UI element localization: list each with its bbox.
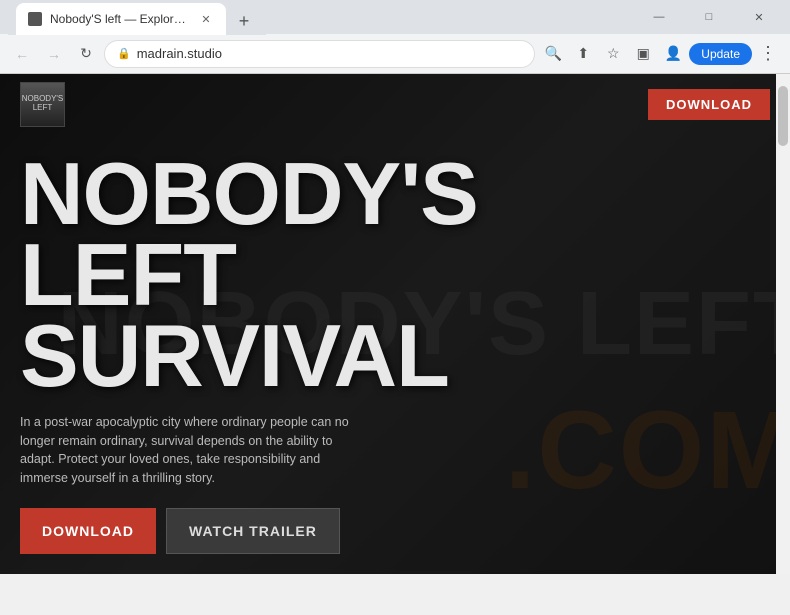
window-maximize-btn[interactable]: □ — [686, 3, 732, 31]
title-line2: LEFT — [20, 235, 440, 316]
bookmark-icon-btn[interactable]: ☆ — [599, 40, 627, 68]
forward-button[interactable]: → — [40, 40, 68, 68]
window-minimize-btn[interactable]: — — [636, 3, 682, 31]
reload-button[interactable]: ↻ — [72, 40, 100, 68]
nav-download-button[interactable]: DOWNLOAD — [648, 89, 770, 120]
update-button[interactable]: Update — [689, 43, 752, 65]
tab-favicon — [28, 12, 42, 26]
share-icon-btn[interactable]: ⬆ — [569, 40, 597, 68]
menu-button[interactable]: ⋮ — [754, 40, 782, 68]
main-content: NOBODY'S LEFT SURVIVAL In a post-war apo… — [20, 134, 770, 574]
title-line3: SURVIVAL — [20, 316, 440, 397]
game-description: In a post-war apocalyptic city where ord… — [20, 413, 360, 488]
site-nav: NOBODY'SLEFT DOWNLOAD — [0, 74, 790, 134]
website-content: NOBODY'S LEFT .COM NOBODY'SLEFT DOWNLOAD… — [0, 74, 790, 574]
tab-close-btn[interactable]: ✕ — [198, 11, 214, 27]
logo-text: NOBODY'SLEFT — [20, 93, 65, 115]
search-icon-btn[interactable]: 🔍 — [539, 40, 567, 68]
watch-trailer-button[interactable]: WATCH TRAILER — [166, 508, 340, 554]
scrollbar[interactable] — [776, 74, 790, 574]
browser-toolbar: ← → ↻ 🔒 madrain.studio 🔍 ⬆ ☆ ▣ 👤 Update … — [0, 34, 790, 74]
new-tab-button[interactable]: + — [230, 7, 258, 35]
site-logo: NOBODY'SLEFT — [20, 82, 65, 127]
profile-icon-btn[interactable]: 👤 — [659, 40, 687, 68]
download-button[interactable]: DOWNLOAD — [20, 508, 156, 554]
game-title: NOBODY'S LEFT SURVIVAL — [20, 154, 440, 397]
url-text: madrain.studio — [137, 46, 222, 61]
tab-title: Nobody'S left — Explore, Build ... — [50, 12, 190, 26]
address-bar[interactable]: 🔒 madrain.studio — [104, 40, 535, 68]
active-tab[interactable]: Nobody'S left — Explore, Build ... ✕ — [16, 3, 226, 35]
window-close-btn[interactable]: ✕ — [736, 3, 782, 31]
cta-buttons: DOWNLOAD WATCH TRAILER — [20, 508, 770, 554]
logo-inner: NOBODY'SLEFT — [21, 83, 64, 126]
back-button[interactable]: ← — [8, 40, 36, 68]
lock-icon: 🔒 — [117, 47, 131, 60]
toolbar-icons: 🔍 ⬆ ☆ ▣ 👤 Update ⋮ — [539, 40, 782, 68]
title-line1: NOBODY'S — [20, 154, 440, 235]
sidebar-icon-btn[interactable]: ▣ — [629, 40, 657, 68]
